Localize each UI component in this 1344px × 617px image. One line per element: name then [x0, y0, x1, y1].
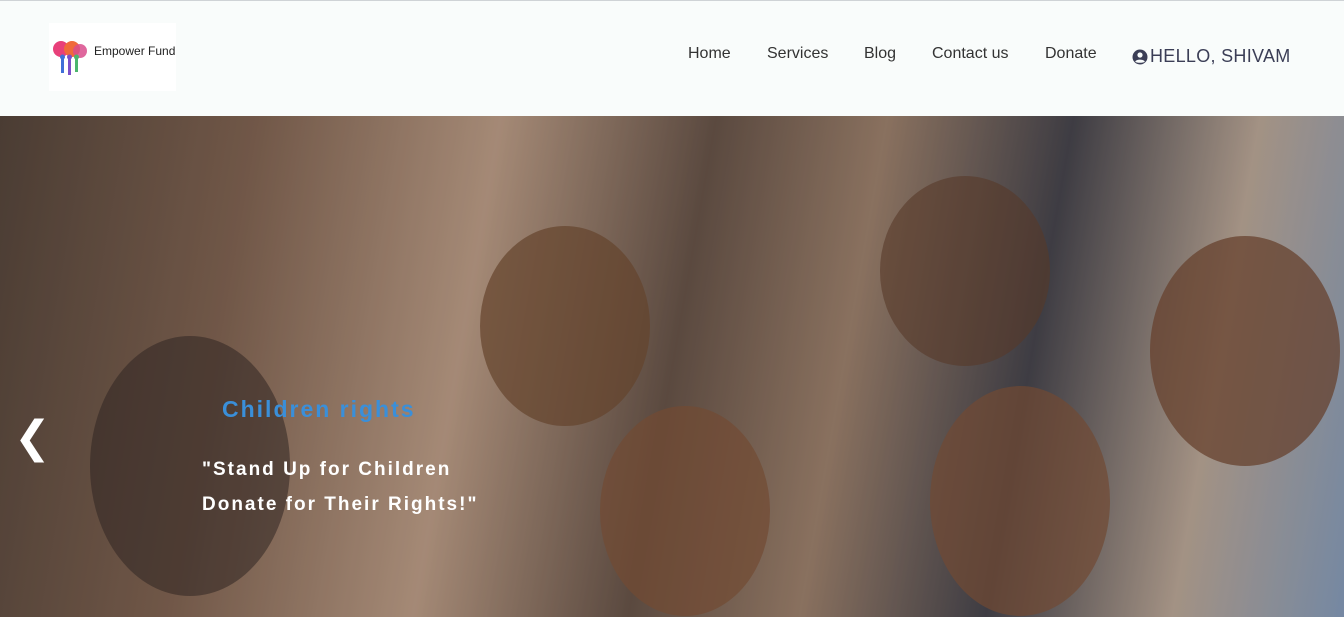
hero-quote-line-1: "Stand Up for Children	[202, 459, 452, 480]
hero-overlay	[0, 116, 1344, 617]
nav-services[interactable]: Services	[767, 45, 828, 63]
nav-blog[interactable]: Blog	[864, 45, 896, 63]
site-header: Empower Fund Home Services Blog Contact …	[0, 1, 1344, 116]
user-menu[interactable]: HELLO, SHIVAM	[1132, 46, 1291, 67]
user-greeting: HELLO, SHIVAM	[1150, 46, 1291, 66]
brand-logo[interactable]: Empower Fund	[49, 23, 176, 91]
hero-quote: "Stand Up for Children Donate for Their …	[202, 452, 522, 522]
chevron-left-icon[interactable]: ❮	[14, 416, 51, 460]
hearts-people-logo-icon	[53, 41, 87, 75]
hero-title: Children rights	[222, 396, 416, 422]
nav-home[interactable]: Home	[688, 45, 731, 63]
user-circle-icon	[1132, 49, 1148, 64]
hero-banner: ❮ Children rights "Stand Up for Children…	[0, 116, 1344, 617]
brand-name: Empower Fund	[94, 44, 176, 58]
nav-donate[interactable]: Donate	[1045, 45, 1097, 63]
hero-quote-line-2: Donate for Their Rights!"	[202, 494, 479, 515]
nav-contact-us[interactable]: Contact us	[932, 45, 1008, 63]
